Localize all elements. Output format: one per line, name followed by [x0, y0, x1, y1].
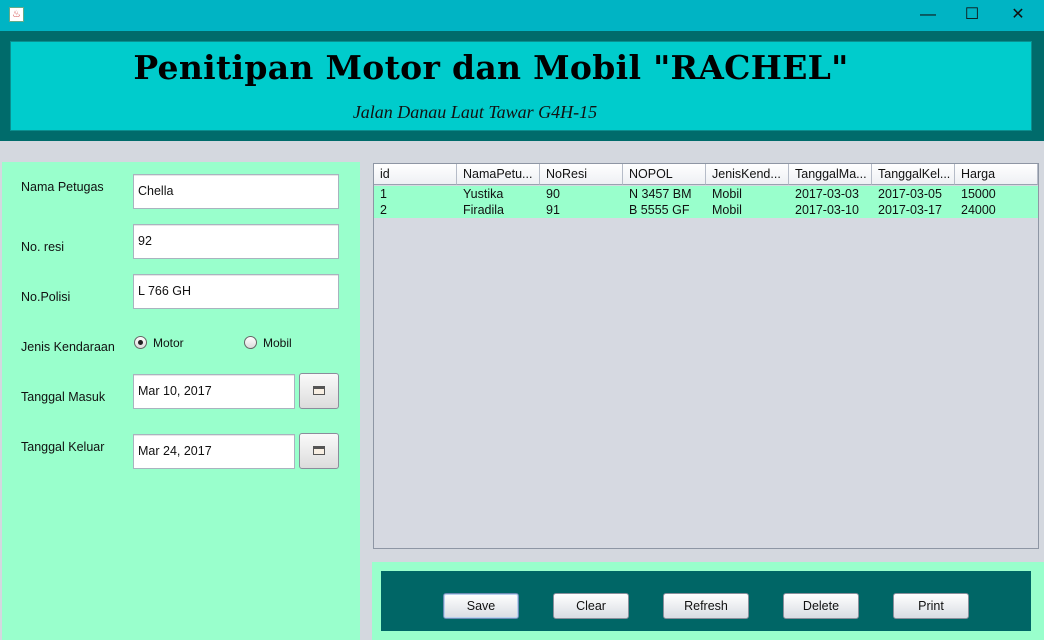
table-cell: 1	[380, 187, 387, 201]
no-polisi-label: No.Polisi	[21, 290, 71, 304]
table-row[interactable]: 2 Firadila 91 B 5555 GF Mobil 2017-03-10…	[374, 202, 1038, 218]
column-header-nama-petugas[interactable]: NamaPetu...	[457, 164, 540, 185]
nama-petugas-field[interactable]: Chella	[133, 174, 339, 209]
motor-radio-label[interactable]: Motor	[153, 336, 184, 350]
column-header-tanggal-keluar[interactable]: TanggalKel...	[872, 164, 955, 185]
column-header-harga[interactable]: Harga	[955, 164, 1038, 185]
clear-button[interactable]: Clear	[553, 593, 629, 619]
column-header-jenis-kendaraan[interactable]: JenisKend...	[706, 164, 789, 185]
no-resi-label: No. resi	[21, 240, 65, 254]
table-cell: 2017-03-17	[878, 203, 942, 217]
table-cell: B 5555 GF	[629, 203, 690, 217]
column-header-tanggal-masuk[interactable]: TanggalMa...	[789, 164, 872, 185]
calendar-icon	[313, 446, 325, 455]
table-cell: 2	[380, 203, 387, 217]
table-cell: 2017-03-03	[795, 187, 859, 201]
table-cell: Firadila	[463, 203, 504, 217]
tanggal-masuk-calendar-button[interactable]	[299, 373, 339, 409]
maximize-button[interactable]: ☐	[949, 0, 995, 31]
mobil-radio-label[interactable]: Mobil	[263, 336, 292, 350]
column-header-id[interactable]: id	[374, 164, 457, 185]
delete-button[interactable]: Delete	[783, 593, 859, 619]
table-cell: Yustika	[463, 187, 504, 201]
tanggal-keluar-label: Tanggal Keluar	[21, 440, 105, 454]
jenis-kendaraan-label: Jenis Kendaraan	[21, 340, 115, 354]
nama-petugas-label: Nama Petugas	[21, 180, 104, 194]
tanggal-masuk-field[interactable]: Mar 10, 2017	[133, 374, 295, 409]
table-cell: 15000	[961, 187, 996, 201]
table-cell: 91	[546, 203, 560, 217]
tanggal-keluar-field[interactable]: Mar 24, 2017	[133, 434, 295, 469]
table-cell: 90	[546, 187, 560, 201]
no-resi-field[interactable]: 92	[133, 224, 339, 259]
page-title: Penitipan Motor dan Mobil "RACHEL"	[133, 48, 849, 87]
page-subtitle: Jalan Danau Laut Tawar G4H-15	[352, 102, 598, 122]
motor-radio[interactable]	[134, 336, 147, 349]
print-button[interactable]: Print	[893, 593, 969, 619]
table-cell: N 3457 BM	[629, 187, 692, 201]
java-cup-icon: ♨	[9, 7, 24, 22]
table-cell: 2017-03-05	[878, 187, 942, 201]
refresh-button[interactable]: Refresh	[663, 593, 749, 619]
table-cell: Mobil	[712, 203, 742, 217]
window-title-bar	[0, 0, 1044, 31]
tanggal-masuk-label: Tanggal Masuk	[21, 390, 106, 404]
close-button[interactable]: ✕	[995, 0, 1041, 31]
data-table[interactable]: id NamaPetu... NoResi NOPOL JenisKend...…	[373, 163, 1039, 549]
minimize-button[interactable]: —	[905, 0, 951, 31]
table-row[interactable]: 1 Yustika 90 N 3457 BM Mobil 2017-03-03 …	[374, 186, 1038, 202]
table-cell: 24000	[961, 203, 996, 217]
mobil-radio[interactable]	[244, 336, 257, 349]
tanggal-keluar-calendar-button[interactable]	[299, 433, 339, 469]
calendar-icon	[313, 386, 325, 395]
no-polisi-field[interactable]: L 766 GH	[133, 274, 339, 309]
column-header-nopol[interactable]: NOPOL	[623, 164, 706, 185]
table-cell: Mobil	[712, 187, 742, 201]
table-cell: 2017-03-10	[795, 203, 859, 217]
column-header-no-resi[interactable]: NoResi	[540, 164, 623, 185]
save-button[interactable]: Save	[443, 593, 519, 619]
